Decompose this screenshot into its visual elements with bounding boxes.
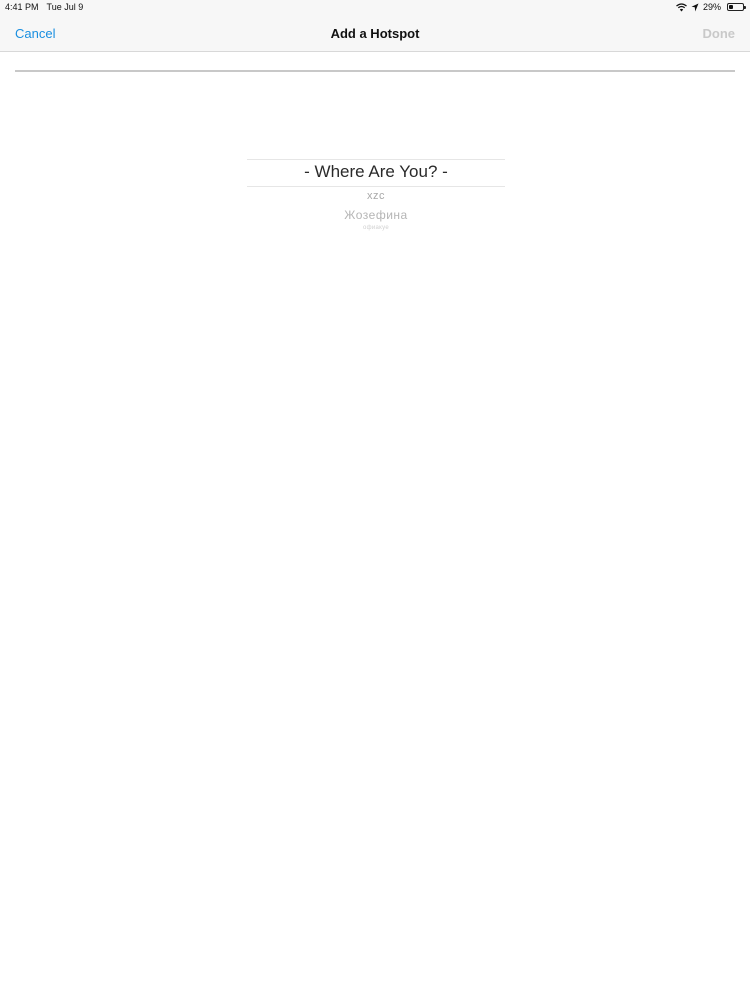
wifi-icon — [676, 2, 687, 12]
add-hotspot-screen: 4:41 PM Tue Jul 9 29% Cancel Add a Hotsp… — [0, 0, 750, 1000]
status-date: Tue Jul 9 — [46, 2, 84, 12]
page-title: Add a Hotspot — [330, 26, 420, 41]
picker-fade — [247, 230, 505, 250]
battery-percent: 29% — [702, 2, 721, 12]
navigation-bar: Cancel Add a Hotspot Done — [0, 16, 750, 52]
battery-icon — [727, 3, 746, 11]
status-bar: 4:41 PM Tue Jul 9 29% — [0, 0, 750, 16]
status-left: 4:41 PM Tue Jul 9 — [5, 2, 83, 12]
picker-row[interactable]: xzc — [247, 190, 505, 202]
location-icon — [691, 3, 699, 12]
picker-selected-row[interactable]: - Where Are You? - — [247, 162, 505, 182]
picker-row[interactable]: Жозефина — [247, 208, 505, 222]
done-button[interactable]: Done — [703, 26, 736, 41]
status-right: 29% — [676, 2, 746, 12]
battery-level-fill — [729, 5, 733, 9]
location-picker[interactable]: - Where Are You? - xzc Жозефина офиакуе — [247, 140, 505, 250]
status-time: 4:41 PM — [5, 2, 39, 12]
hotspot-name-field[interactable] — [15, 56, 735, 72]
